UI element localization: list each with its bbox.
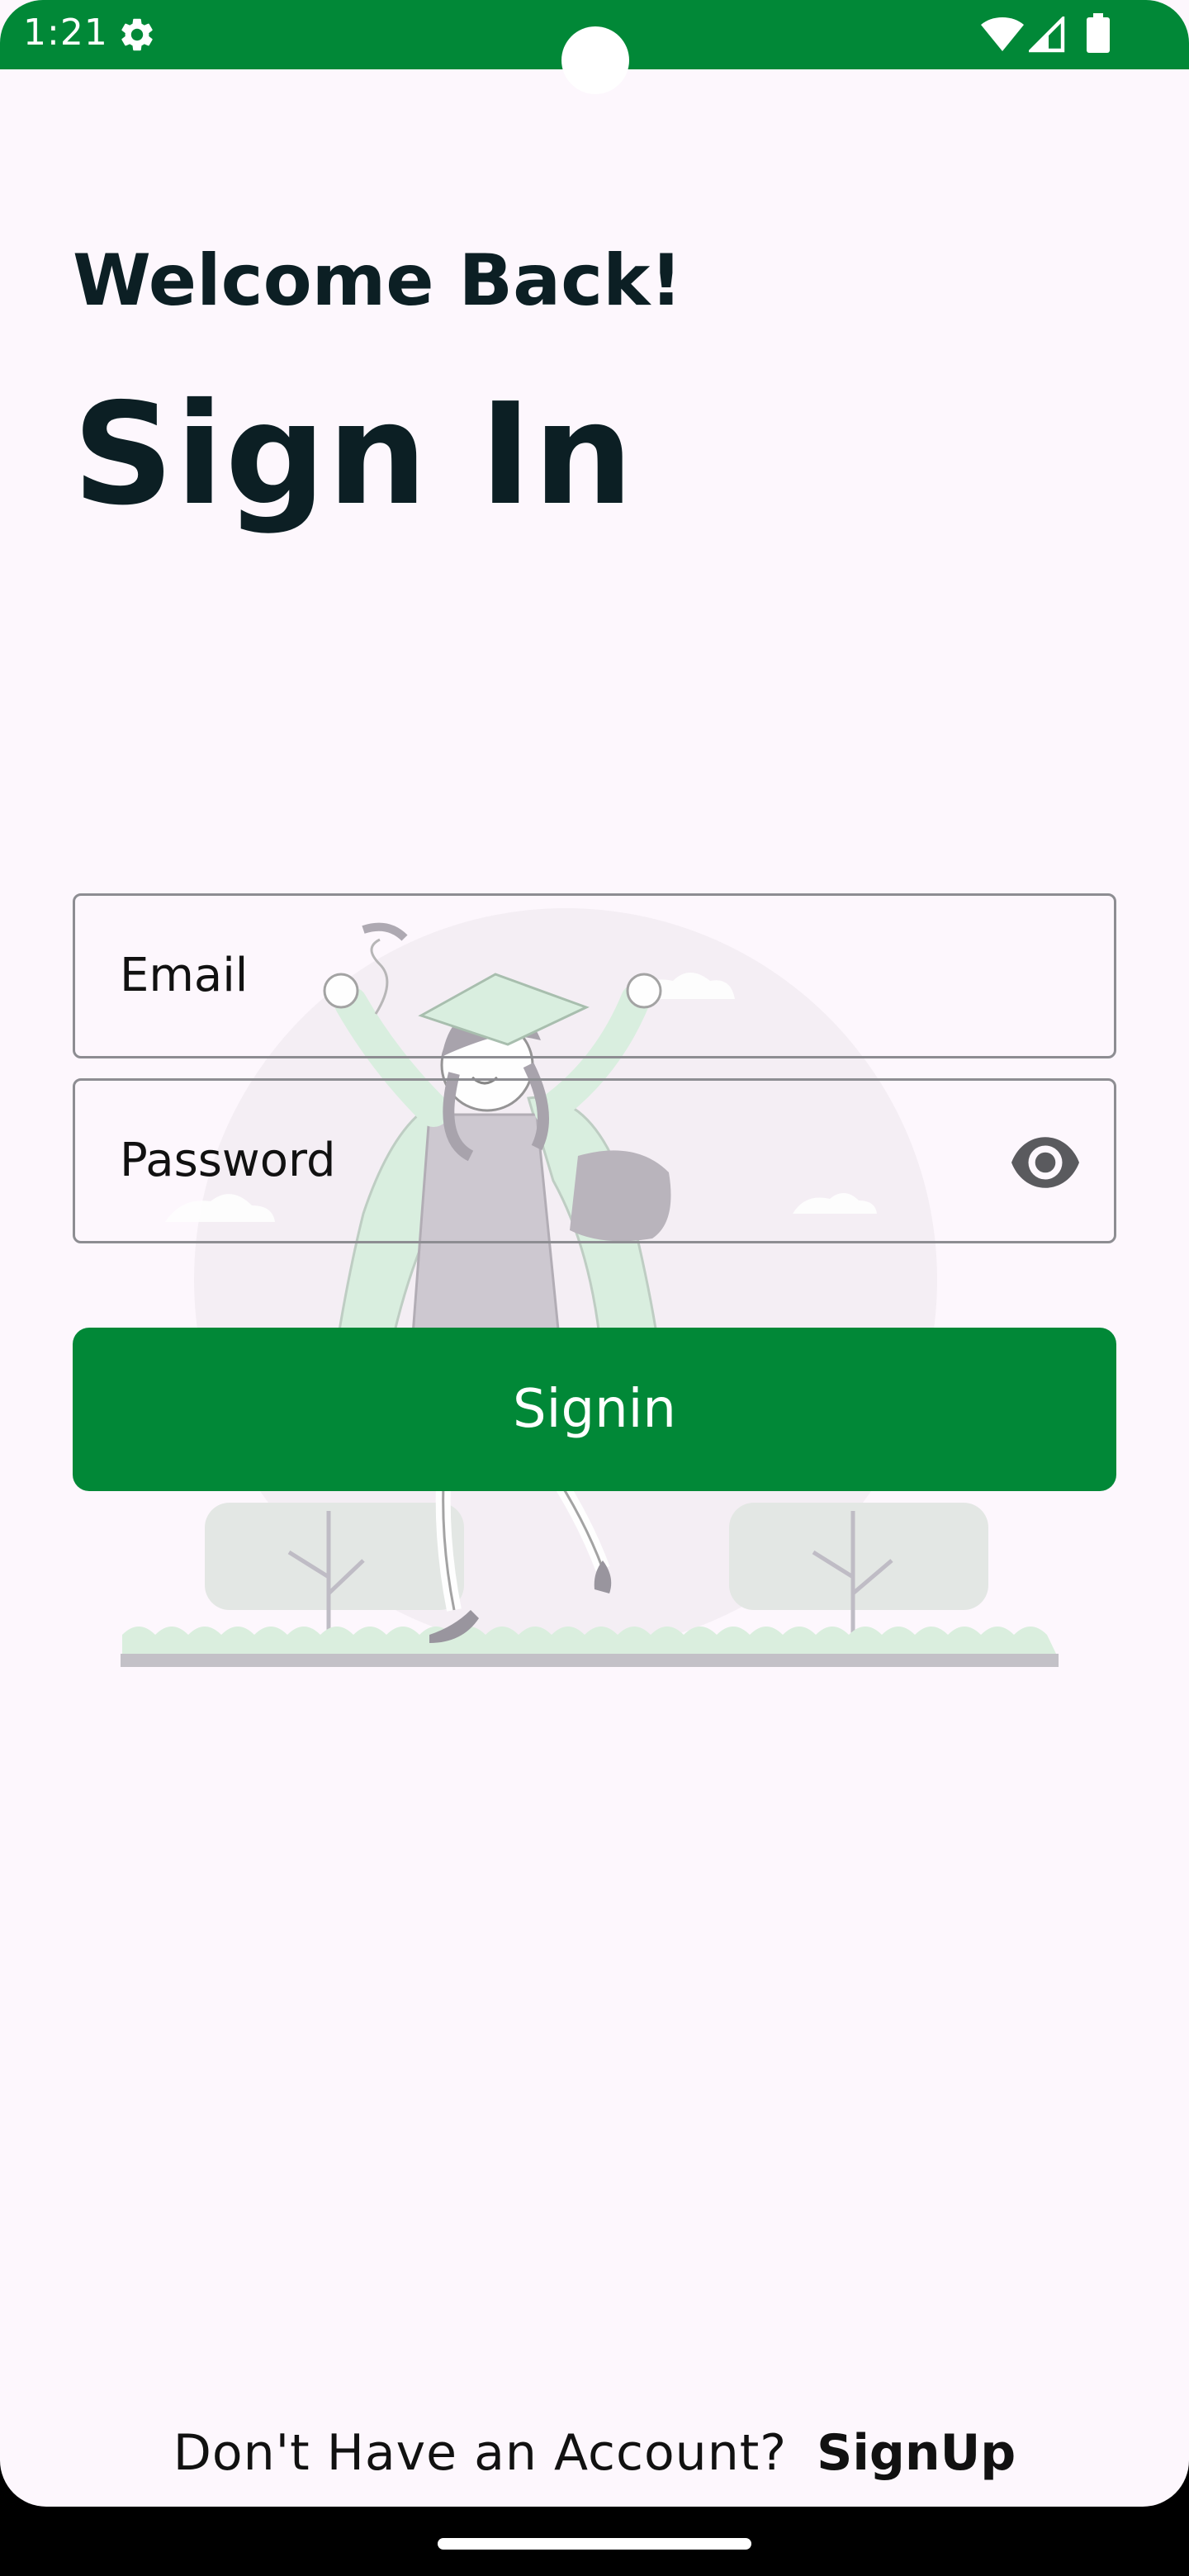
password-field-label: Password <box>120 1134 336 1187</box>
settings-gear-icon <box>121 18 153 51</box>
battery-icon <box>1087 13 1110 53</box>
signin-button-label: Signin <box>513 1379 676 1440</box>
signup-prompt: Don't Have an Account? SignUp <box>0 2424 1189 2482</box>
email-field[interactable]: Email <box>73 893 1116 1058</box>
signal-icon <box>1029 17 1065 53</box>
welcome-heading: Welcome Back! <box>73 239 683 322</box>
eye-icon[interactable] <box>1011 1137 1079 1188</box>
signup-link[interactable]: SignUp <box>817 2424 1016 2482</box>
password-field[interactable]: Password <box>73 1078 1116 1243</box>
email-field-label: Email <box>120 949 249 1002</box>
status-bar: 1:21 <box>0 0 1189 94</box>
status-time: 1:21 <box>23 12 108 54</box>
camera-cutout <box>561 26 629 94</box>
page-title: Sign In <box>73 373 635 537</box>
signin-button[interactable]: Signin <box>73 1328 1116 1491</box>
home-gesture-bar[interactable] <box>438 2538 751 2550</box>
app-screen: 1:21 Welcome Back! Sign In Email Passwor… <box>0 0 1189 2507</box>
signup-prompt-text: Don't Have an Account? <box>173 2424 788 2482</box>
wifi-icon <box>981 17 1024 51</box>
